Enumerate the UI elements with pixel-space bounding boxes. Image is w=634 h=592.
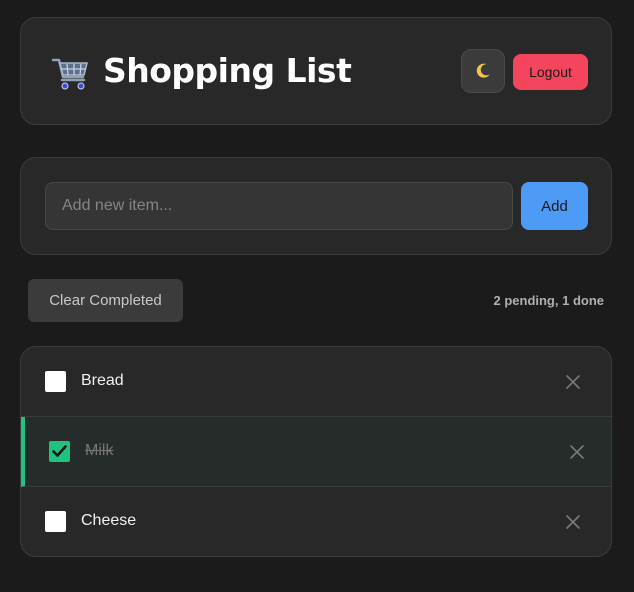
add-item-card: Add <box>20 157 612 255</box>
list-item: Bread <box>21 347 611 417</box>
checkmark-icon <box>52 445 67 457</box>
new-item-input[interactable] <box>45 182 513 230</box>
shopping-list: Bread Milk Cheese <box>20 346 612 557</box>
item-checkbox-checked[interactable] <box>49 441 70 462</box>
item-checkbox[interactable] <box>45 511 66 532</box>
page-title: Shopping List <box>103 51 352 90</box>
list-item-completed: Milk <box>21 417 611 487</box>
item-checkbox[interactable] <box>45 371 66 392</box>
clear-completed-button[interactable]: Clear Completed <box>28 279 183 322</box>
delete-icon[interactable] <box>568 443 586 461</box>
delete-icon[interactable] <box>564 513 582 531</box>
add-button[interactable]: Add <box>521 182 588 230</box>
item-label: Milk <box>85 442 114 459</box>
item-label: Bread <box>81 372 124 389</box>
item-label: Cheese <box>81 512 137 529</box>
moon-icon <box>476 63 490 78</box>
logout-button[interactable]: Logout <box>513 54 588 90</box>
shopping-cart-icon <box>51 58 88 90</box>
list-item: Cheese <box>21 487 611 556</box>
theme-toggle-button[interactable] <box>461 49 505 93</box>
header-card: Shopping List Logout <box>20 17 612 125</box>
delete-icon[interactable] <box>564 373 582 391</box>
item-status-summary: 2 pending, 1 done <box>493 293 604 308</box>
